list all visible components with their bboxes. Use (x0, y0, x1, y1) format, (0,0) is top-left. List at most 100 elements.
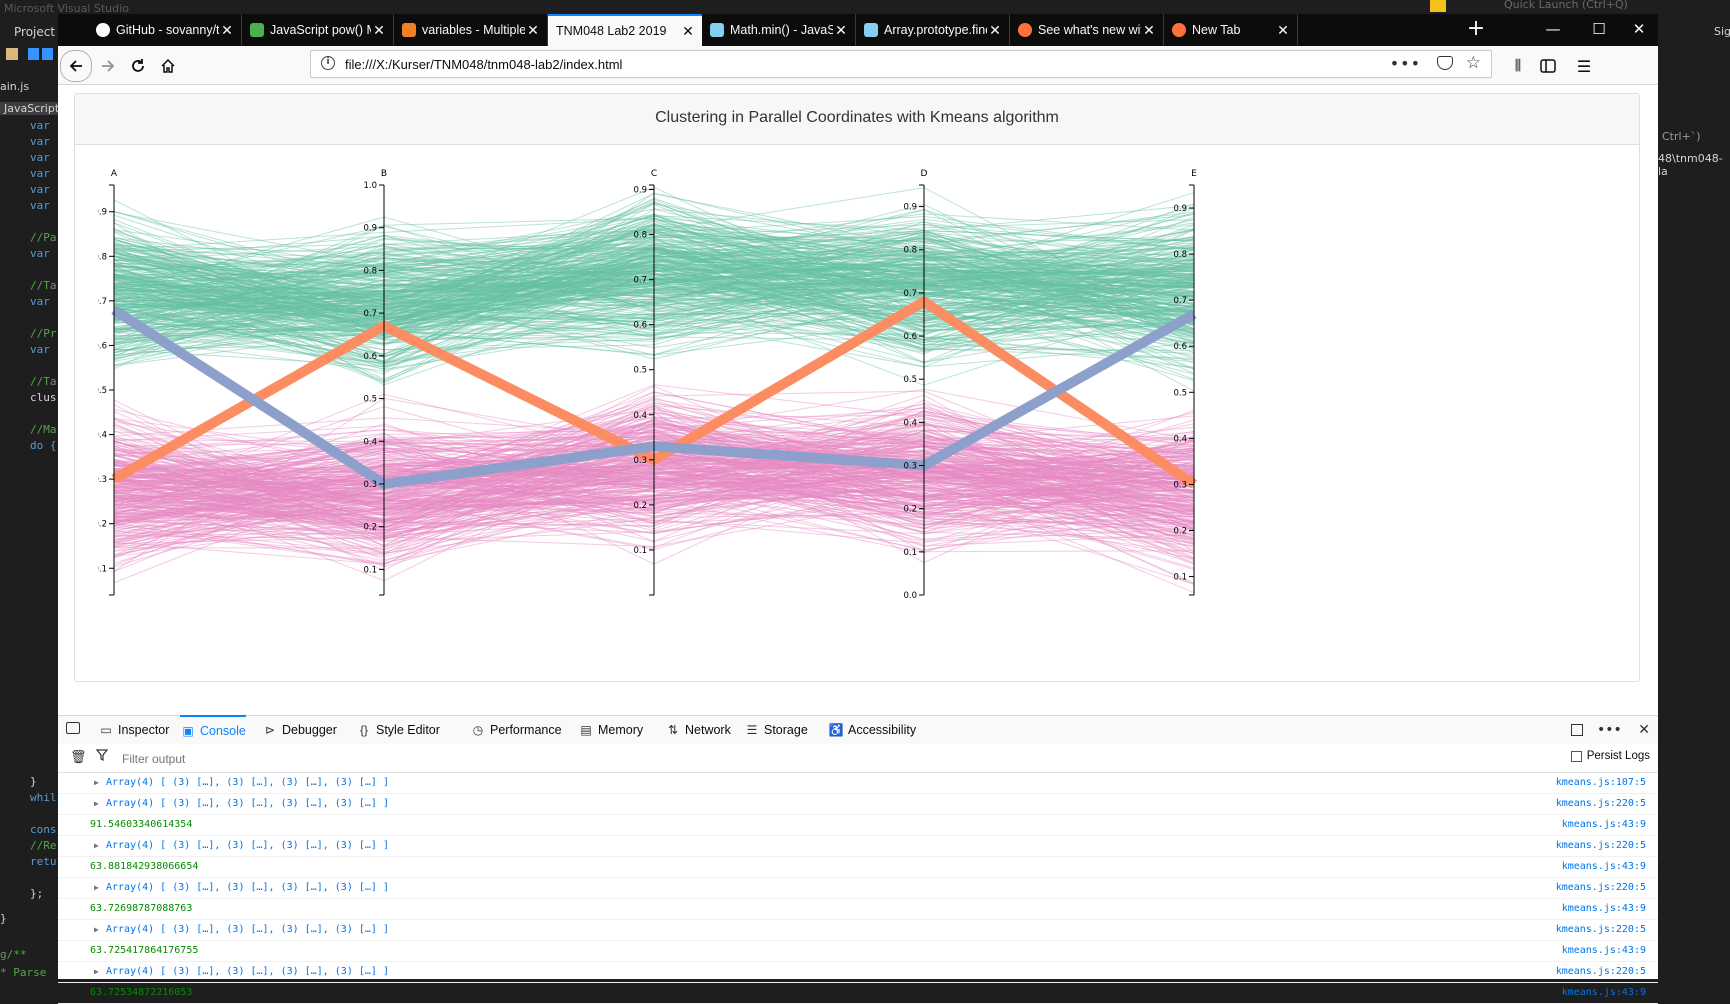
persist-logs-toggle[interactable]: Persist Logs (1570, 750, 1650, 762)
close-tab-icon[interactable]: ✕ (371, 22, 387, 39)
console-message[interactable]: 91.54603340614354 kmeans.js:43:9 (58, 815, 1658, 836)
vs-quick-launch[interactable]: Quick Launch (Ctrl+Q) (1504, 0, 1628, 11)
expand-arrow-icon[interactable]: ▶ (94, 794, 99, 813)
console-message[interactable]: ▶ Array(4) [ (3) […], (3) […], (3) […], (… (58, 962, 1658, 983)
console-source-link[interactable]: kmeans.js:43:9 (1562, 815, 1646, 834)
bookmark-star-icon[interactable]: ☆ (1466, 53, 1481, 73)
devtools-tab[interactable]: ▤ Memory (578, 716, 643, 744)
close-tab-icon[interactable]: ✕ (1275, 22, 1291, 39)
devtools-tab[interactable]: {} Style Editor (356, 716, 440, 744)
element-picker-icon[interactable] (66, 722, 80, 734)
console-array-text[interactable]: Array(4) [ (3) […], (3) […], (3) […], (3… (106, 836, 389, 855)
pocket-icon[interactable] (1437, 56, 1453, 70)
url-text[interactable]: file:///X:/Kurser/TNM048/tnm048-lab2/ind… (345, 57, 622, 72)
browser-tab[interactable]: JavaScript pow() Meth✕ (242, 14, 394, 46)
new-tab-button[interactable]: + (1458, 14, 1494, 46)
sidebar-toggle-icon[interactable] (1534, 52, 1562, 80)
expand-arrow-icon[interactable]: ▶ (94, 836, 99, 855)
console-message[interactable]: 63.72698787088763 kmeans.js:43:9 (58, 899, 1658, 920)
browser-tab[interactable]: Math.min() - JavaScrip✕ (702, 14, 856, 46)
console-message[interactable]: ▶ Array(4) [ (3) […], (3) […], (3) […], (… (58, 836, 1658, 857)
vs-menu-project[interactable]: Project (14, 25, 55, 39)
expand-arrow-icon[interactable]: ▶ (94, 878, 99, 897)
browser-tab[interactable]: TNM048 Lab2 2019 ✕ (548, 14, 702, 46)
console-source-link[interactable]: kmeans.js:43:9 (1562, 983, 1646, 1002)
browser-tab[interactable]: GitHub - sovanny/tnm✕ (88, 14, 242, 46)
console-message[interactable]: 63.881842938066654 kmeans.js:43:9 (58, 857, 1658, 878)
browser-tab[interactable]: Array.prototype.find()✕ (856, 14, 1010, 46)
vs-sign-in[interactable]: Sig (1714, 25, 1730, 38)
console-array-text[interactable]: Array(4) [ (3) […], (3) […], (3) […], (3… (106, 773, 389, 792)
console-source-link[interactable]: kmeans.js:220:5 (1556, 794, 1646, 813)
minimize-button[interactable]: — (1530, 14, 1576, 46)
vs-save-all-icon[interactable] (42, 48, 53, 60)
console-array-text[interactable]: Array(4) [ (3) […], (3) […], (3) […], (3… (106, 920, 389, 939)
forward-button[interactable] (94, 52, 122, 80)
console-message[interactable]: ▶ Array(4) [ (3) […], (3) […], (3) […], (… (58, 794, 1658, 815)
devtools-tab[interactable]: ⊳ Debugger (262, 716, 337, 744)
clear-console-icon[interactable]: 🗑 (70, 750, 87, 765)
close-tab-icon[interactable]: ✕ (525, 22, 541, 39)
dock-side-icon[interactable] (1570, 724, 1583, 736)
devtools-tab[interactable]: ▭ Inspector (98, 716, 169, 744)
back-button[interactable] (60, 50, 92, 82)
reload-button[interactable] (124, 52, 152, 80)
browser-tab[interactable]: New Tab ✕ (1164, 14, 1298, 46)
devtools-tab[interactable]: ♿ Accessibility (828, 716, 917, 744)
devtools-tab[interactable]: ☰ Storage (744, 716, 808, 744)
maximize-button[interactable]: ☐ (1576, 14, 1622, 46)
browser-tab[interactable]: See what's new with F✕ (1010, 14, 1164, 46)
vs-code-editor-bottom[interactable]: } whil cons //Re retu}; (30, 774, 57, 902)
console-source-link[interactable]: kmeans.js:220:5 (1556, 878, 1646, 897)
persist-logs-checkbox[interactable] (1570, 750, 1582, 762)
filter-icon[interactable] (95, 749, 109, 765)
vs-open-icon[interactable] (6, 48, 18, 60)
console-message[interactable]: ▶ Array(4) [ (3) […], (3) […], (3) […], (… (58, 878, 1658, 899)
filter-output-input[interactable] (120, 749, 524, 769)
close-tab-icon[interactable]: ✕ (1141, 22, 1157, 39)
devtools-tab[interactable]: ◷ Performance (470, 716, 562, 744)
console-source-link[interactable]: kmeans.js:220:5 (1556, 920, 1646, 939)
vs-file-tab-language[interactable]: JavaScript (0, 102, 59, 115)
console-message[interactable]: ▶ Array(4) [ (3) […], (3) […], (3) […], (… (58, 920, 1658, 941)
expand-arrow-icon[interactable]: ▶ (94, 773, 99, 792)
close-tab-icon[interactable]: ✕ (680, 23, 696, 40)
console-source-link[interactable]: kmeans.js:220:5 (1556, 836, 1646, 855)
console-message[interactable]: 63.725417864176755 kmeans.js:43:9 (58, 941, 1658, 962)
browser-tab[interactable]: variables - Multiple le✕ (394, 14, 548, 46)
console-source-link[interactable]: kmeans.js:43:9 (1562, 899, 1646, 918)
vs-save-icon[interactable] (28, 48, 39, 60)
parallel-coordinates-chart[interactable]: A 0.1 0.2 0.3 0.4 0.5 0.6 0.7 0.8 0.9 B 0.1 0.2 0.3 0.… (98, 167, 1258, 627)
expand-arrow-icon[interactable]: ▶ (94, 962, 99, 981)
console-source-link[interactable]: kmeans.js:107:5 (1556, 773, 1646, 792)
console-source-link[interactable]: kmeans.js:220:5 (1556, 962, 1646, 981)
console-message[interactable]: ▶ Array(4) [ (3) […], (3) […], (3) […], (… (58, 773, 1658, 794)
expand-arrow-icon[interactable]: ▶ (94, 920, 99, 939)
console-array-text[interactable]: Array(4) [ (3) […], (3) […], (3) […], (3… (106, 794, 389, 813)
site-info-icon[interactable]: i (321, 56, 335, 70)
vs-notification-icon[interactable] (1430, 0, 1446, 12)
console-source-link[interactable]: kmeans.js:43:9 (1562, 857, 1646, 876)
vs-file-tab[interactable]: ain.js (0, 80, 29, 93)
library-icon[interactable]: ⫼ (1504, 52, 1532, 80)
more-options-icon[interactable]: ••• (1597, 722, 1622, 738)
page-actions-icon[interactable]: ••• (1390, 54, 1421, 73)
console-message[interactable]: 63.72534872216053 kmeans.js:43:9 (58, 983, 1658, 1004)
console-source-link[interactable]: kmeans.js:43:9 (1562, 941, 1646, 960)
vs-code-editor[interactable]: var var var var var var //Pa var //Ta var //Pr var /… (30, 118, 57, 454)
url-bar[interactable]: i file:///X:/Kurser/TNM048/tnm048-lab2/i… (310, 50, 1492, 78)
console-number-text: 91.54603340614354 (90, 819, 193, 830)
devtools-tab[interactable]: ▣ Console (180, 715, 246, 745)
close-devtools-icon[interactable]: ✕ (1638, 722, 1650, 738)
home-button[interactable] (154, 52, 182, 80)
devtools-tab[interactable]: ⇅ Network (665, 716, 731, 744)
close-tab-icon[interactable]: ✕ (219, 22, 235, 39)
console-array-text[interactable]: Array(4) [ (3) […], (3) […], (3) […], (3… (106, 878, 389, 897)
vs-code-editor-tail[interactable]: } g/** * Parse (0, 910, 46, 982)
close-tab-icon[interactable]: ✕ (833, 22, 849, 39)
close-window-button[interactable]: ✕ (1620, 14, 1658, 46)
console-array-text[interactable]: Array(4) [ (3) […], (3) […], (3) […], (3… (106, 962, 389, 981)
hamburger-menu-icon[interactable]: ☰ (1570, 52, 1598, 80)
close-tab-icon[interactable]: ✕ (987, 22, 1003, 39)
axis-B[interactable]: B 0.1 0.2 0.3 0.4 0.5 0.6 0.7 0.8 0.9 1.0 (363, 169, 387, 596)
